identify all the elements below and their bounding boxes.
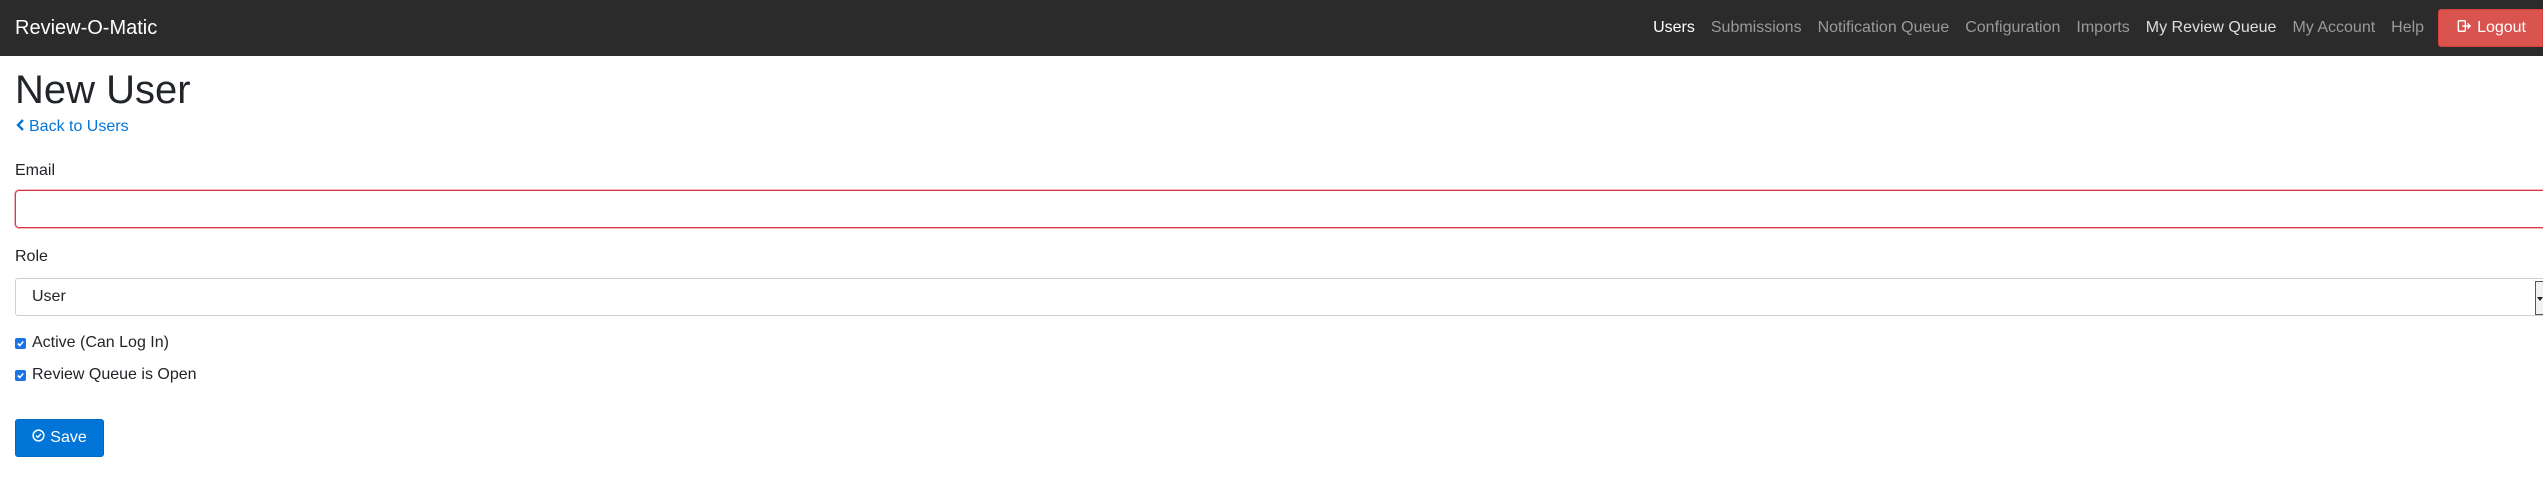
save-label: Save: [50, 429, 87, 446]
nav-item-users[interactable]: Users: [1645, 0, 1703, 56]
review-queue-checkbox-row[interactable]: Review Queue is Open: [15, 366, 197, 384]
sign-out-icon: [2457, 19, 2472, 38]
nav-item-help[interactable]: Help: [2383, 0, 2432, 56]
select-arrow-icon: [2535, 281, 2543, 315]
active-checkbox-row[interactable]: Active (Can Log In): [15, 334, 169, 352]
email-label: Email: [15, 162, 56, 179]
nav-item-my-review-queue[interactable]: My Review Queue: [2138, 0, 2285, 56]
active-checkbox[interactable]: [15, 337, 26, 349]
nav-item-configuration[interactable]: Configuration: [1957, 0, 2068, 56]
nav-item-notification-queue[interactable]: Notification Queue: [1810, 0, 1958, 56]
role-label: Role: [15, 248, 48, 265]
nav-links: Users Submissions Notification Queue Con…: [1645, 0, 2543, 56]
logout-button[interactable]: Logout: [2438, 9, 2543, 47]
chevron-left-icon: [15, 118, 25, 136]
active-checkbox-label[interactable]: Active (Can Log In): [32, 334, 169, 352]
back-to-users-link[interactable]: Back to Users: [15, 118, 129, 136]
nav-item-submissions[interactable]: Submissions: [1703, 0, 1810, 56]
logout-label: Logout: [2477, 19, 2526, 36]
save-button[interactable]: Save: [15, 419, 104, 457]
brand-logo-text[interactable]: Review-O-Matic: [15, 0, 157, 56]
nav-item-my-account[interactable]: My Account: [2284, 0, 2383, 56]
check-circle-icon: [32, 429, 45, 447]
review-queue-checkbox[interactable]: [15, 369, 26, 381]
email-field[interactable]: [15, 190, 2543, 228]
top-navbar: Review-O-Matic Users Submissions Notific…: [0, 0, 2543, 56]
review-queue-checkbox-label[interactable]: Review Queue is Open: [32, 366, 197, 384]
nav-item-imports[interactable]: Imports: [2068, 0, 2137, 56]
role-select[interactable]: User: [15, 278, 2543, 316]
main-content: New User Back to Users Email Role User A…: [15, 56, 2543, 457]
back-link-label: Back to Users: [29, 118, 129, 135]
role-selected-value: User: [32, 288, 66, 305]
page-title: New User: [15, 68, 191, 112]
